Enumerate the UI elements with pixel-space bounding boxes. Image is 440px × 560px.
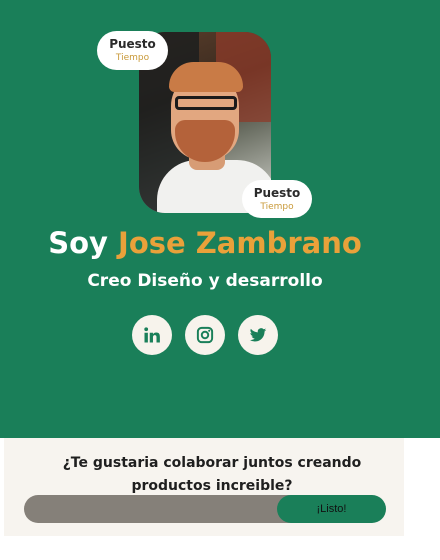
hero-subtitle: Creo Diseño y desarrollo (87, 271, 323, 291)
badge-subtitle: Tiempo (115, 53, 150, 63)
title-prefix: Soy (48, 226, 108, 260)
collaboration-section: ¿Te gustaria colaborar juntos creando pr… (4, 438, 404, 536)
photo-glasses (175, 96, 237, 110)
submit-button[interactable]: ¡Listo! (277, 495, 386, 523)
social-links (132, 315, 282, 355)
photo-hair (169, 62, 243, 92)
badge-subtitle: Tiempo (260, 202, 294, 212)
linkedin-icon (144, 327, 160, 343)
position-badge-bottom: Puesto Tiempo (242, 180, 312, 218)
instagram-button[interactable] (185, 315, 225, 355)
title-name: Jose Zambrano (118, 226, 362, 260)
hero-section: Puesto Tiempo Puesto Tiempo Soy Jose Zam… (0, 0, 440, 438)
twitter-icon (249, 328, 267, 342)
position-badge-top: Puesto Tiempo (97, 31, 168, 70)
hero-title: Soy Jose Zambrano (0, 222, 410, 264)
twitter-button[interactable] (238, 315, 278, 355)
linkedin-button[interactable] (132, 315, 172, 355)
badge-title: Puesto (253, 186, 301, 200)
instagram-icon (196, 326, 214, 344)
collaboration-question: ¿Te gustaria colaborar juntos creando pr… (62, 455, 362, 494)
badge-title: Puesto (109, 37, 156, 51)
